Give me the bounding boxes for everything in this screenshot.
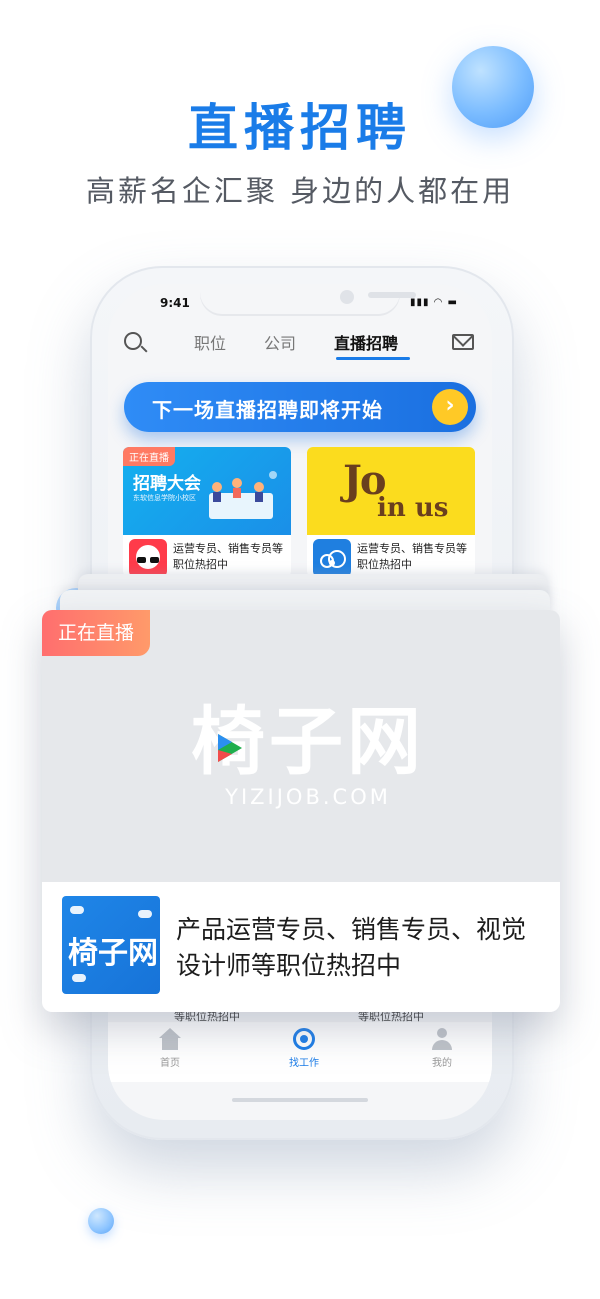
home-indicator [232,1098,368,1102]
page-subtitle: 高薪名企汇聚 身边的人都在用 [85,174,515,208]
tab-live-recruit[interactable]: 直播招聘 [334,330,398,354]
bottom-tabbar: 首页 找工作 我的 [108,1022,492,1082]
user-icon [430,1028,454,1050]
card-thumb-title: 招聘大会 [133,474,201,494]
speaker [368,292,416,298]
tabbar-find-job[interactable]: 找工作 [274,1028,334,1069]
tab-active-indicator [336,357,410,360]
cloud-decoration [72,974,86,982]
join-art-text-2: in us [377,493,449,523]
card-description: 运营专员、销售专员等职位热招中 [173,542,283,571]
page-title: 直播招聘 [188,99,412,157]
tabbar-label: 找工作 [289,1058,319,1069]
logo-text: 椅子网 [68,936,158,971]
target-icon [293,1028,315,1050]
card-thumb-subtitle: 东软信息学院小校区 [133,494,196,502]
home-icon [158,1028,182,1050]
cloud-decoration [70,906,84,914]
camera [340,290,354,304]
next-live-banner[interactable]: 下一场直播招聘即将开始 › [124,382,476,432]
tabbar-me[interactable]: 我的 [412,1028,472,1069]
live-badge: 正在直播 [42,610,150,656]
company-logo-glasses [129,539,167,577]
card-thumbnail: Jo in us [307,447,475,535]
live-badge: 正在直播 [123,447,175,466]
tab-positions[interactable]: 职位 [194,330,226,354]
top-nav: 职位 公司 直播招聘 [108,326,492,366]
company-logo: 椅子网 [62,896,160,994]
featured-description: 产品运营专员、销售专员、视觉设计师等职位热招中 [176,915,527,980]
company-logo-cloud [313,539,351,577]
card-description: 运营专员、销售专员等职位热招中 [357,542,467,571]
mail-icon[interactable] [452,334,474,350]
banner-text: 下一场直播招聘即将开始 [152,398,383,422]
tab-companies[interactable]: 公司 [264,330,296,354]
tabbar-label: 我的 [432,1058,452,1069]
status-time: 9:41 [160,296,190,310]
card-thumbnail: 正在直播 招聘大会 东软信息学院小校区 [123,447,291,535]
live-card[interactable]: 正在直播 招聘大会 东软信息学院小校区 运营专员、销售专员等职位热招中 [123,447,291,577]
decorative-ball-small [88,1208,114,1234]
live-card[interactable]: Jo in us 运营专员、销售专员等职位热招中 [307,447,475,577]
status-icons: ▮▮▮ ◠ ▬ [409,297,458,308]
meeting-illustration [209,471,277,519]
search-icon[interactable] [124,332,142,350]
featured-live-card[interactable]: 椅子网 YIZIJOB.COM 正在直播 椅子网 产品运营专员、销售专员、视觉设… [42,610,560,1012]
tabbar-label: 首页 [160,1058,180,1069]
cloud-decoration [138,910,152,918]
play-icon[interactable] [210,730,246,766]
tabbar-home[interactable]: 首页 [140,1028,200,1069]
phone-notch [200,284,416,316]
chevron-right-icon[interactable]: › [432,389,468,425]
app-promo-page: 直播招聘 高薪名企汇聚 身边的人都在用 9:41 ▮▮▮ ◠ ▬ 职位 公司 直… [0,0,600,1299]
